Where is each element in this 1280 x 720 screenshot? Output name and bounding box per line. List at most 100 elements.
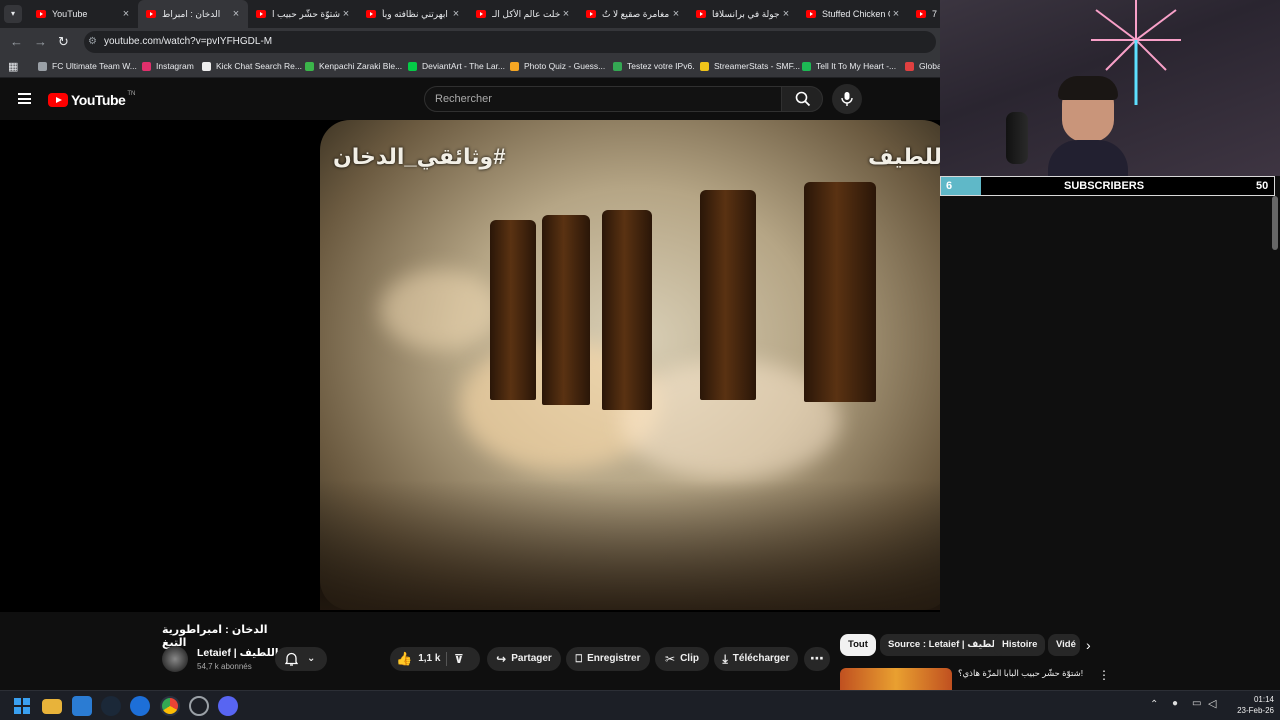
tab-close-icon[interactable]: × <box>340 8 352 20</box>
search-input[interactable]: Rechercher <box>424 86 782 112</box>
tab-close-icon[interactable]: × <box>230 8 242 20</box>
youtube-wordmark: YouTube <box>71 92 126 108</box>
windows-taskbar: ⌃ ● ▭ ◁ 01:14 23-Feb-26 <box>0 690 1280 720</box>
tray-chevron-icon[interactable]: ⌃ <box>1150 699 1158 710</box>
bookmark-favicon-icon <box>905 61 914 71</box>
voice-search-button[interactable] <box>832 84 862 114</box>
chevron-down-icon: ⌄ <box>307 653 316 664</box>
tab-close-icon[interactable]: × <box>450 8 462 20</box>
tray-network-icon[interactable]: ▭ <box>1192 698 1201 709</box>
bell-icon <box>285 652 298 666</box>
discord-icon[interactable] <box>218 696 238 716</box>
tray-mic-icon[interactable]: ● <box>1172 698 1178 709</box>
site-info-icon[interactable]: ⚙ <box>88 31 97 53</box>
bookmark-favicon-icon <box>38 61 47 71</box>
reload-icon[interactable]: ↻ <box>58 34 69 50</box>
video-player[interactable]: #وثائقي_الدخان اللطيف ⚙ <box>0 120 940 612</box>
tab-close-icon[interactable]: × <box>120 8 132 20</box>
bookmark-label: Instagram <box>156 61 194 71</box>
channel-name[interactable]: Letaief | اللطيف <box>197 647 278 659</box>
recommended-thumbnail[interactable] <box>840 668 952 690</box>
dislike-button[interactable]: ⊽ <box>454 647 464 671</box>
right-panel-background <box>940 196 1280 614</box>
bookmark-favicon-icon <box>202 61 211 71</box>
address-bar[interactable]: ⚙ youtube.com/watch?v=pvIYFHGDL-M <box>84 31 936 53</box>
bookmark-item[interactable]: Testez votre IPv6. <box>613 61 695 71</box>
video-title: الدخان : امبراطورية التبغ <box>162 624 268 649</box>
bookmark-item[interactable]: FC Ultimate Team W... <box>38 61 137 71</box>
scissors-icon: ✂ <box>665 652 676 666</box>
bookmark-icon: ⎕ <box>575 653 583 665</box>
outlook-icon[interactable] <box>72 696 92 716</box>
tab-close-icon[interactable]: × <box>560 8 572 20</box>
menu-icon[interactable] <box>18 93 31 104</box>
steam-icon[interactable] <box>101 696 121 716</box>
filter-chip[interactable]: Tout <box>840 634 876 656</box>
clip-button[interactable]: ✂ Clip <box>655 647 709 671</box>
tab-title: دخلت عالم الأكل الـ <box>492 8 560 19</box>
tab-close-icon[interactable]: × <box>780 8 792 20</box>
youtube-logo[interactable]: YouTube TN <box>48 91 136 108</box>
scrollbar-thumb[interactable] <box>1272 196 1278 250</box>
youtube-favicon-icon <box>256 10 266 18</box>
bookmark-label: DeviantArt - The Lar... <box>422 61 505 71</box>
bookmark-favicon-icon <box>408 61 417 71</box>
bookmark-item[interactable]: Photo Quiz - Guess... <box>510 61 605 71</box>
recommended-title[interactable]: شتوّة حشّر حبيب البابا المزّة هاذي؟! <box>958 668 1083 679</box>
tab-item[interactable]: YouTube × <box>28 0 138 28</box>
share-button[interactable]: ↪ Partager <box>487 647 561 671</box>
tab-item[interactable]: ابهرتني نظافته وبأ × <box>358 0 468 28</box>
chrome-icon[interactable] <box>160 696 180 716</box>
tab-title: Stuffed Chicken C <box>822 9 890 19</box>
youtube-region: TN <box>127 91 136 97</box>
tab-close-icon[interactable]: × <box>670 8 682 20</box>
search-button[interactable] <box>781 86 823 112</box>
channel-subscribers: 54,7 k abonnés <box>197 662 252 671</box>
tab-search-button[interactable]: ▾ <box>4 5 22 23</box>
windows-start-icon[interactable] <box>12 696 32 716</box>
filter-chip[interactable]: Vidé <box>1048 634 1080 656</box>
video-watermark-overlay: اللطيف <box>868 144 940 169</box>
obs-icon[interactable] <box>189 696 209 716</box>
bookmark-favicon-icon <box>305 61 314 71</box>
save-button[interactable]: ⎕ Enregistrer <box>566 647 650 671</box>
tab-item[interactable]: مغامرة صقيع لا تُ × <box>578 0 688 28</box>
system-clock[interactable]: 01:14 23-Feb-26 <box>1228 694 1274 716</box>
tab-item[interactable]: جولة في برانسلافا × <box>688 0 798 28</box>
app-icon[interactable] <box>130 696 150 716</box>
like-button[interactable]: 👍 1,1 k <box>396 647 444 671</box>
bookmark-item[interactable]: DeviantArt - The Lar... <box>408 61 505 71</box>
thumbs-up-icon: 👍 <box>396 651 413 666</box>
tab-item[interactable]: الدخان : امبراط × <box>138 0 248 28</box>
bookmark-favicon-icon <box>613 61 622 71</box>
bookmark-item[interactable]: Kenpachi Zaraki Ble... <box>305 61 402 71</box>
recommended-more-icon[interactable]: ⋮ <box>1098 668 1110 682</box>
tray-volume-icon[interactable]: ◁ <box>1208 697 1216 710</box>
download-icon: ⤓ <box>722 652 728 666</box>
streamer-person <box>1048 76 1128 176</box>
tab-item[interactable]: Stuffed Chicken C × <box>798 0 908 28</box>
filter-chip[interactable]: Source : Letaief | اللطيف <box>880 634 1011 656</box>
channel-avatar[interactable] <box>162 646 188 672</box>
back-icon[interactable]: ← <box>10 34 23 49</box>
apps-grid-icon[interactable]: ▦ <box>8 60 18 73</box>
save-label: Enregistrer <box>587 653 641 664</box>
bookmark-item[interactable]: Globa <box>905 61 942 71</box>
tab-item[interactable]: شتوّة حشّر حبيب ا × <box>248 0 358 28</box>
bookmark-label: Globa <box>919 61 942 71</box>
file-explorer-icon[interactable] <box>42 699 62 714</box>
tab-close-icon[interactable]: × <box>890 8 902 20</box>
bookmark-item[interactable]: StreamerStats - SMF... <box>700 61 800 71</box>
forward-icon[interactable]: → <box>34 34 47 49</box>
bookmark-item[interactable]: Kick Chat Search Re... <box>202 61 302 71</box>
bookmark-item[interactable]: Tell It To My Heart -... <box>802 61 896 71</box>
download-button[interactable]: ⤓ Télécharger <box>714 647 798 671</box>
tab-item[interactable]: دخلت عالم الأكل الـ × <box>468 0 578 28</box>
bookmark-item[interactable]: Instagram <box>142 61 194 71</box>
notifications-button[interactable]: ⌄ <box>275 647 327 671</box>
browser-tab-strip: ▾ YouTube × الدخان : امبراط × شتوّة حشّر حبي… <box>0 0 940 28</box>
filter-chip[interactable]: Histoire <box>994 634 1046 656</box>
more-actions-button[interactable]: ⋯ <box>804 647 830 671</box>
youtube-favicon-icon <box>696 10 706 18</box>
chips-next-icon[interactable]: › <box>1086 637 1091 653</box>
